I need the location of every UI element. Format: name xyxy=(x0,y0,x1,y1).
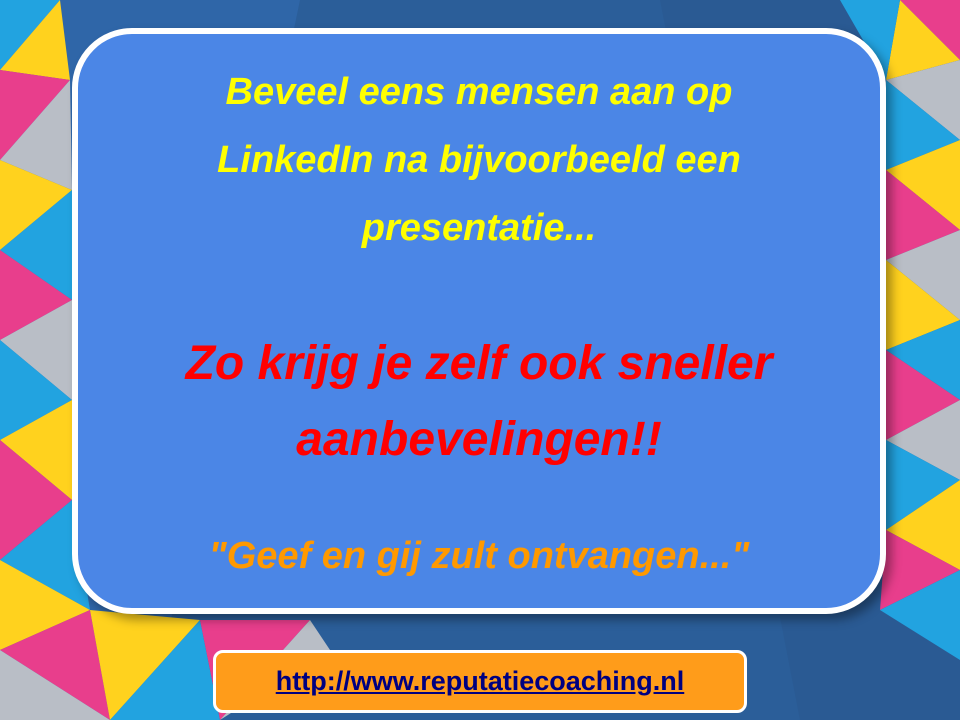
intro-text: Beveel eens mensen aan op LinkedIn na bi… xyxy=(78,58,880,262)
intro-line: LinkedIn na bijvoorbeeld een xyxy=(217,139,741,181)
highlight-line: aanbevelingen!! xyxy=(296,413,662,466)
highlight-line: Zo krijg je zelf ook sneller xyxy=(185,337,773,390)
highlight-text: Zo krijg je zelf ook sneller aanbeveling… xyxy=(78,326,880,478)
website-link[interactable]: http://www.reputatiecoaching.nl xyxy=(276,666,685,697)
message-card: Beveel eens mensen aan op LinkedIn na bi… xyxy=(72,28,886,614)
intro-line: presentatie... xyxy=(361,207,597,249)
intro-line: Beveel eens mensen aan op xyxy=(225,71,733,113)
quote-text: "Geef en gij zult ontvangen..." xyxy=(208,535,750,577)
website-link-box: http://www.reputatiecoaching.nl xyxy=(213,650,747,713)
